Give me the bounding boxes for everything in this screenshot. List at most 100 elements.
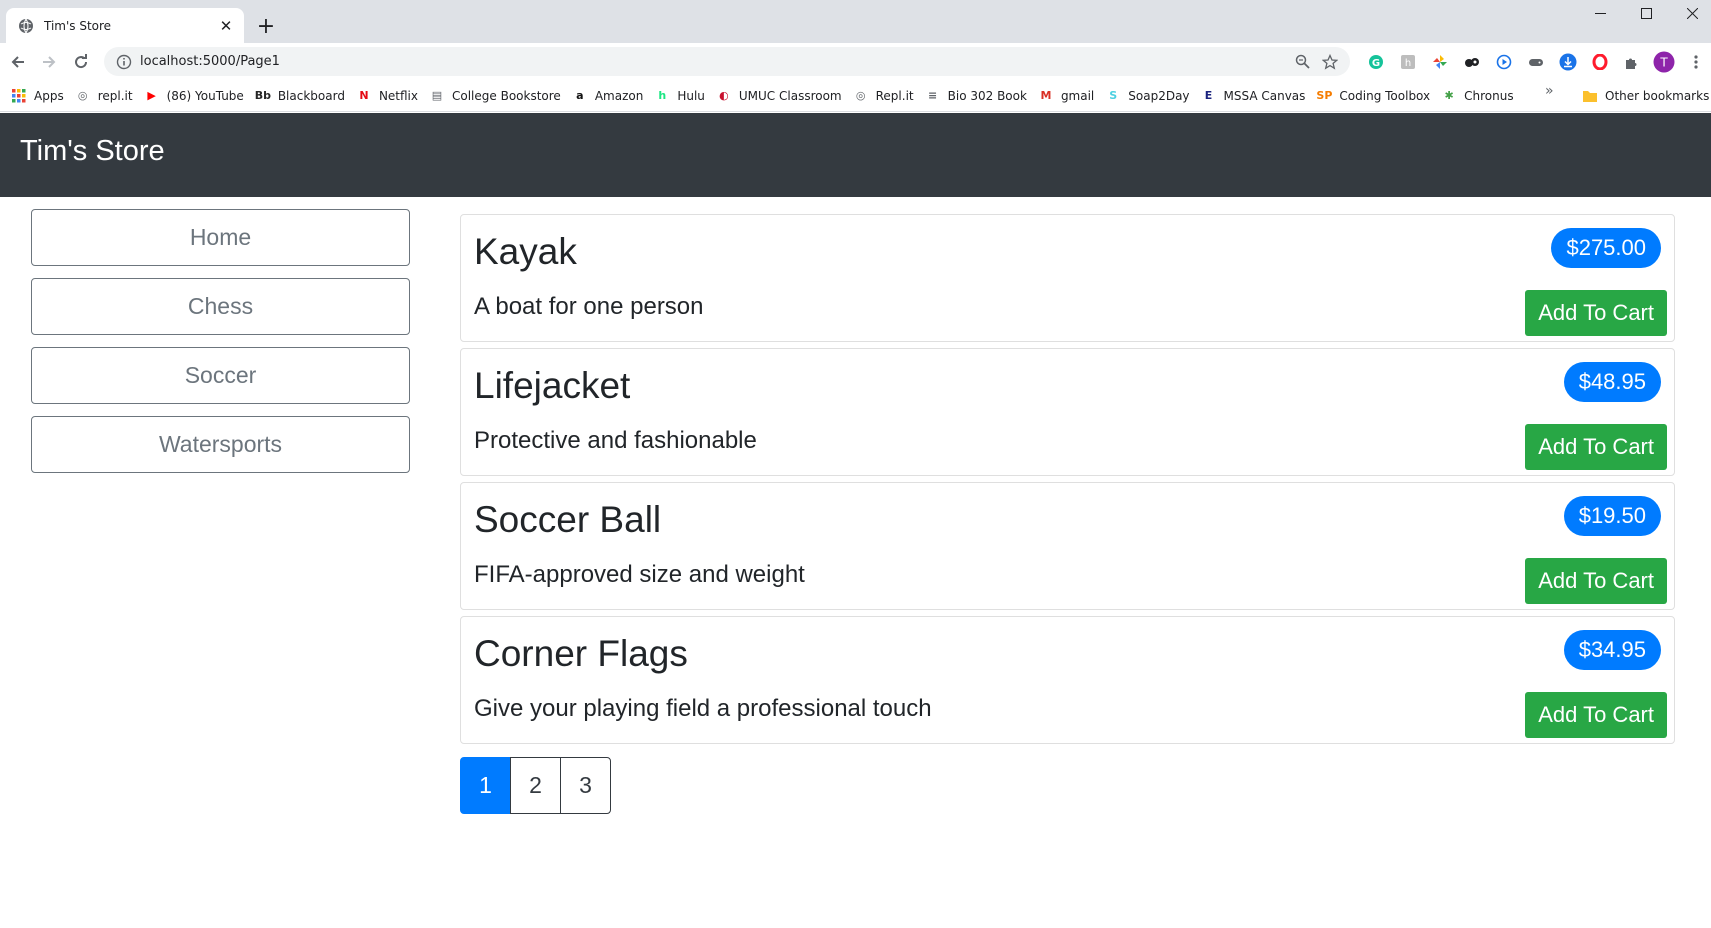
extension-h-icon[interactable]: h [1392,48,1424,76]
bookmark-label: Soap2Day [1128,88,1190,103]
product-name: Soccer Ball [474,499,662,540]
tab-close-icon[interactable]: ✕ [216,16,236,36]
category-button-chess[interactable]: Chess [31,278,410,335]
bookmark-item[interactable]: ◎ repl.it [72,83,141,109]
browser-tab[interactable]: Tim's Store ✕ [6,8,244,43]
bookmark-item[interactable]: SP Coding Toolbox [1313,83,1438,109]
extensions-puzzle-icon[interactable] [1616,48,1648,76]
other-bookmarks[interactable]: Other bookmarks [1582,83,1709,109]
play-circle-icon[interactable] [1488,48,1520,76]
product-card: Lifejacket $48.95 Protective and fashion… [460,348,1675,476]
soap2day-icon: S [1109,89,1118,102]
product-description: Protective and fashionable [474,427,757,454]
bookmark-label: Bio 302 Book [947,88,1027,103]
bookmark-label: Repl.it [875,88,914,103]
url-text[interactable]: localhost:5000/Page1 [140,54,1288,69]
bookmark-item[interactable]: ≡ Bio 302 Book [922,83,1035,109]
toolbox-icon: SP [1316,89,1333,102]
opera-icon[interactable] [1584,48,1616,76]
gamepad-icon[interactable] [1520,48,1552,76]
bookmark-item[interactable]: E MSSA Canvas [1198,83,1314,109]
bookmarks-bar: » Other bookmarks Apps ◎ repl.it ▶ (86) YouT… [0,80,1711,112]
new-tab-button[interactable]: + [252,12,280,40]
bookmark-item[interactable]: a Amazon [569,83,652,109]
bookmark-item[interactable]: N Netflix [353,83,426,109]
product-card: Corner Flags $34.95 Give your playing fi… [460,616,1675,744]
bookmark-label: (86) YouTube [166,88,244,103]
browser-toolbar: localhost:5000/Page1 G h T [0,43,1711,80]
bookmark-item[interactable]: S Soap2Day [1102,83,1197,109]
product-description: FIFA-approved size and weight [474,561,805,588]
kebab-menu-icon[interactable] [1680,48,1711,76]
add-to-cart-button[interactable]: Add To Cart [1525,424,1667,470]
bookmark-label: repl.it [97,88,133,103]
bookmark-label: UMUC Classroom [738,88,842,103]
bookmark-label: MSSA Canvas [1223,88,1306,103]
minimize-icon[interactable] [1577,0,1623,26]
svg-text:G: G [1372,58,1380,69]
price-badge: $48.95 [1563,362,1661,402]
product-name: Kayak [474,231,577,272]
bookmark-item[interactable]: Bb Blackboard [252,83,353,109]
download-icon[interactable] [1552,48,1584,76]
forward-arrow-icon[interactable] [35,48,63,76]
bookmark-item[interactable]: ▶ (86) YouTube [141,83,252,109]
category-sidebar: Home Chess Soccer Watersports [31,209,410,485]
grammarly-icon[interactable]: G [1360,48,1392,76]
page-icon: ▤ [431,89,443,102]
bookmark-label: College Bookstore [452,88,561,103]
tab-title: Tim's Store [44,18,112,33]
globe-icon [19,18,33,33]
svg-text:T: T [1659,56,1668,70]
product-description: Give your playing field a professional t… [474,695,932,722]
browser-tab-strip: Tim's Store ✕ + [0,0,1711,43]
bookmark-item[interactable]: ▤ College Bookstore [426,83,569,109]
zoom-icon[interactable] [1288,48,1316,76]
hulu-icon: h [658,89,667,102]
store-navbar: Tim's Store [0,113,1711,197]
add-to-cart-button[interactable]: Add To Cart [1525,558,1667,604]
pagination: 1 2 3 [460,757,611,814]
store-brand[interactable]: Tim's Store [20,135,165,168]
amazon-icon: a [576,89,584,102]
bookmark-label: Apps [34,88,64,103]
bookmark-item[interactable]: ◐ UMUC Classroom [713,83,850,109]
bookmark-item[interactable]: ✱ Chronus [1438,83,1521,109]
price-badge: $34.95 [1563,630,1661,670]
category-button-home[interactable]: Home [31,209,410,266]
price-badge: $19.50 [1563,496,1661,536]
gmail-icon: M [1040,89,1052,102]
maximize-icon[interactable] [1623,0,1669,26]
bookmark-item[interactable]: ◎ Repl.it [850,83,922,109]
reload-icon[interactable] [67,48,95,76]
svg-text:h: h [1405,58,1411,69]
category-button-watersports[interactable]: Watersports [31,416,410,473]
add-to-cart-button[interactable]: Add To Cart [1525,290,1667,336]
close-window-icon[interactable] [1669,0,1711,26]
pinwheel-icon[interactable] [1424,48,1456,76]
bookmark-item[interactable]: h Hulu [651,83,713,109]
bookmark-item[interactable]: Apps [8,83,72,109]
bookmark-label: Amazon [594,88,644,103]
category-button-soccer[interactable]: Soccer [31,347,410,404]
youtube-icon: ▶ [147,89,156,102]
bookmark-star-icon[interactable] [1316,48,1344,76]
product-card: Soccer Ball $19.50 FIFA-approved size an… [460,482,1675,610]
back-arrow-icon[interactable] [4,48,32,76]
folder-icon [1583,91,1597,102]
page-button-3[interactable]: 3 [560,757,611,814]
mascot-icon[interactable] [1456,48,1488,76]
page-button-2[interactable]: 2 [510,757,561,814]
bookmark-label: Blackboard [277,88,345,103]
bookmark-item[interactable]: Mgmail [1035,83,1102,109]
product-description: A boat for one person [474,293,704,320]
address-bar[interactable]: localhost:5000/Page1 [104,47,1350,76]
info-icon[interactable] [116,54,132,70]
product-card: Kayak $275.00 A boat for one person Add … [460,214,1675,342]
more-bookmarks-icon[interactable]: » [1545,83,1554,99]
bookmark-label: Coding Toolbox [1339,88,1431,103]
replit-icon: ◎ [77,89,88,102]
profile-avatar[interactable]: T [1648,48,1680,76]
add-to-cart-button[interactable]: Add To Cart [1525,692,1667,738]
page-button-1[interactable]: 1 [460,757,511,814]
